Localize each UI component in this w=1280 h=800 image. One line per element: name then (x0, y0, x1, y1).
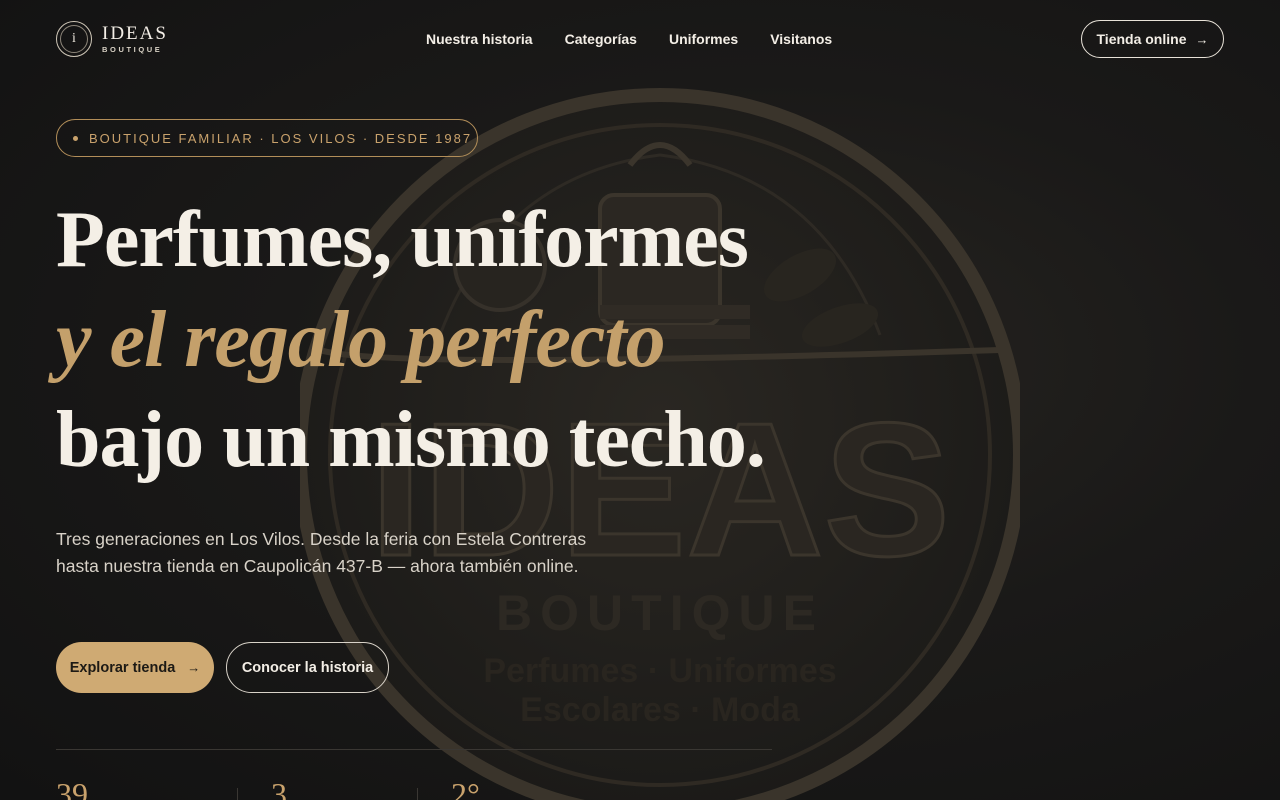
arrow-right-icon: → (187, 660, 201, 675)
hero-headline: Perfumes, uniformes y el regalo perfecto… (56, 190, 766, 490)
nav-link-historia[interactable]: Nuestra historia (426, 31, 533, 47)
hero-lead-text: Tres generaciones en Los Vilos. Desde la… (56, 529, 587, 576)
nav-link-categorias[interactable]: Categorías (565, 31, 637, 47)
emblem-caption-1: Perfumes · Uniformes (483, 652, 836, 690)
brand-tagline: BOUTIQUE (102, 45, 163, 55)
top-navigation: i IDEAS BOUTIQUE Nuestra historia Catego… (0, 0, 1280, 78)
nav-link-uniformes[interactable]: Uniformes (669, 31, 738, 47)
stat-separator (417, 788, 418, 800)
arrow-right-icon: → (1195, 31, 1209, 47)
logo-text: IDEAS BOUTIQUE (102, 24, 168, 54)
hero-eyebrow-badge: BOUTIQUE FAMILIAR · LOS VILOS · DESDE 19… (56, 119, 478, 157)
stat-rank: 2° (451, 776, 480, 800)
dot-icon (73, 135, 78, 141)
headline-line-1: Perfumes, uniformes (56, 196, 749, 284)
stat-years: 39 (56, 776, 88, 800)
online-store-button[interactable]: Tienda online → (1081, 20, 1224, 58)
hero-eyebrow-text: BOUTIQUE FAMILIAR · LOS VILOS · DESDE 19… (89, 130, 473, 146)
brand-logo[interactable]: i IDEAS BOUTIQUE (56, 21, 168, 57)
know-history-button[interactable]: Conocer la historia (226, 642, 389, 693)
nav-link-visitanos[interactable]: Visitanos (770, 31, 832, 47)
stats-divider (56, 749, 772, 750)
stat-separator (237, 788, 238, 800)
know-history-label: Conocer la historia (241, 659, 374, 676)
headline-line-3: bajo un mismo techo. (56, 396, 766, 484)
emblem-subtitle: BOUTIQUE (496, 585, 824, 641)
headline-line-2: y el regalo perfecto (56, 296, 666, 384)
online-store-label: Tienda online (1096, 31, 1187, 47)
explore-store-label: Explorar tienda (69, 659, 176, 676)
logo-mark-icon: i (56, 21, 92, 57)
main-menu: Nuestra historia Categorías Uniformes Vi… (426, 31, 832, 47)
logo-mark-letter: i (72, 31, 76, 46)
brand-name: IDEAS (102, 23, 168, 45)
emblem-caption-2: Escolares · Moda (520, 691, 801, 729)
stat-generations: 3 (271, 776, 287, 800)
explore-store-button[interactable]: Explorar tienda → (56, 642, 214, 693)
